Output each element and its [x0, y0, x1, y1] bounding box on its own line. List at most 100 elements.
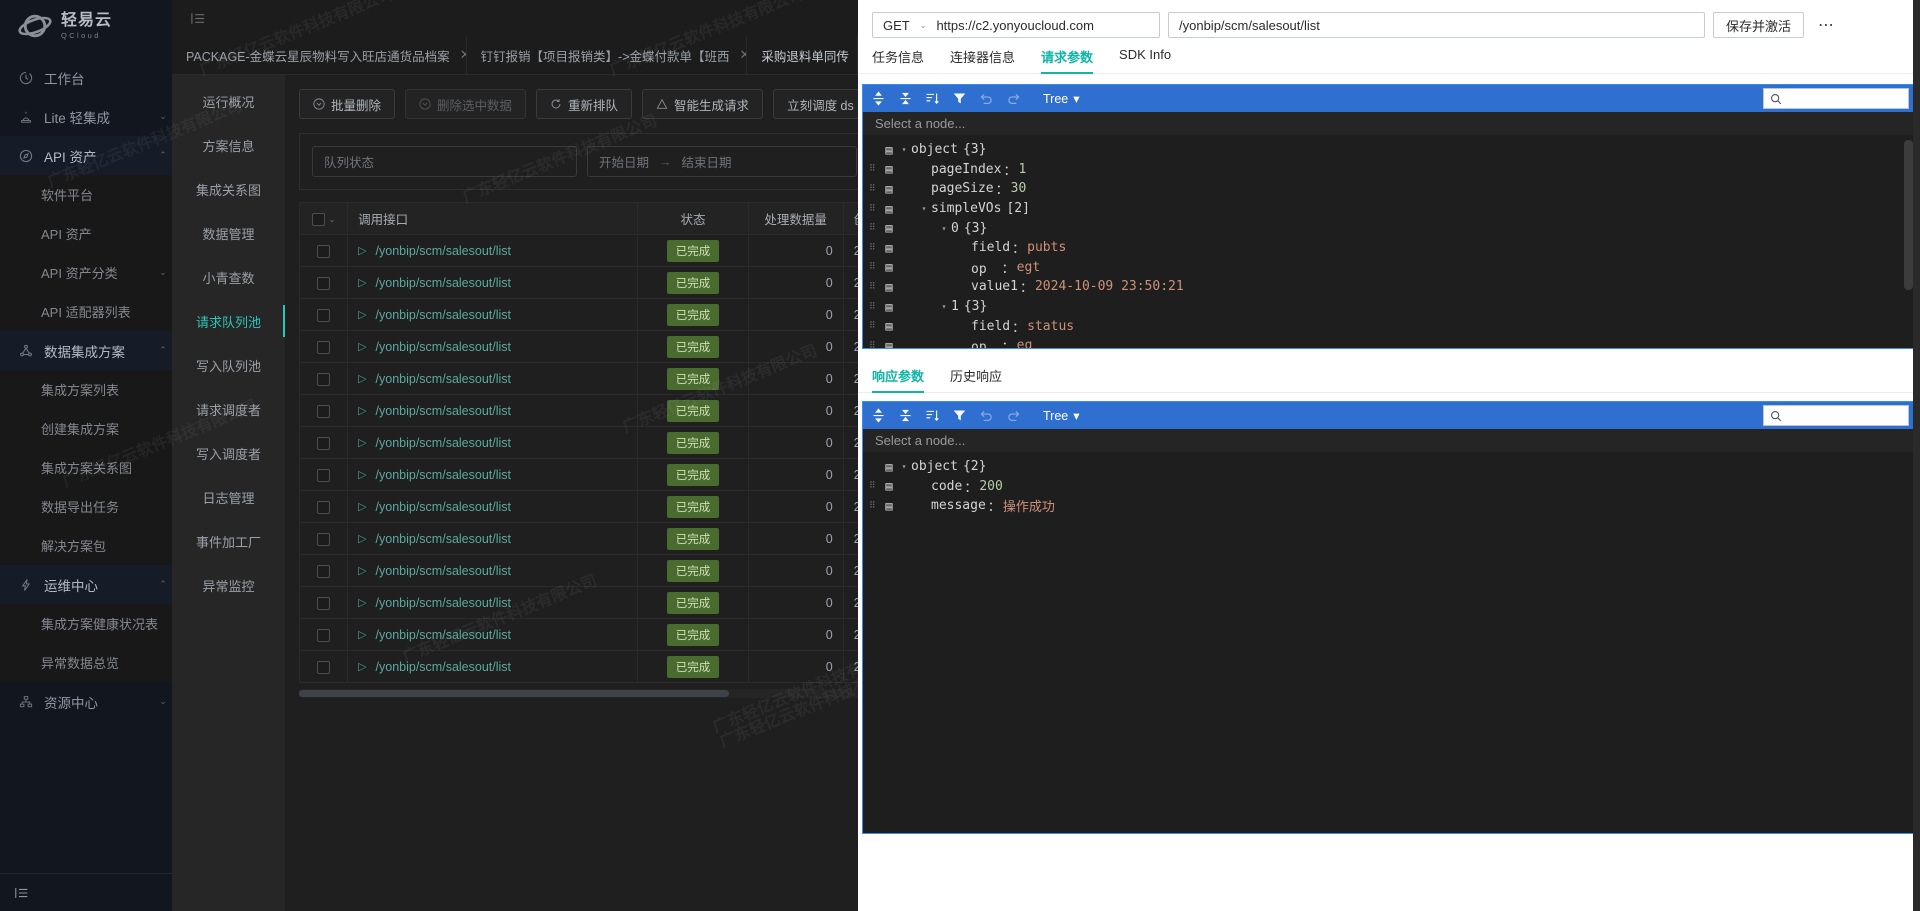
collapse-all-icon[interactable]	[898, 408, 913, 423]
path-input[interactable]: /yonbip/scm/salesout/list	[1168, 12, 1705, 38]
node-box-icon[interactable]: ▤	[881, 460, 897, 474]
row-select-cell[interactable]	[298, 618, 349, 651]
json-tree-row[interactable]: ⠿▤▾object{2}	[863, 457, 1915, 477]
node-box-icon[interactable]: ▤	[881, 162, 897, 176]
sidebar-item-create-integration[interactable]: 创建集成方案	[0, 409, 172, 448]
tree-toggle-icon[interactable]: ▾	[937, 302, 951, 311]
table-row[interactable]: ▷ /yonbip/scm/salesout/list 已完成 02024-10-09…	[298, 234, 858, 267]
response-json-tree[interactable]: ⠿▤▾object{2}⠿▤▾code：200⠿▤▾message：操作成功	[863, 453, 1915, 833]
json-value[interactable]: eq	[1017, 338, 1033, 348]
subnav-item-exception-monitor[interactable]: 异常监控	[172, 563, 285, 607]
api-path[interactable]: /yonbip/scm/salesout/list	[376, 628, 511, 642]
batch-delete-button[interactable]: 批量删除	[299, 89, 396, 119]
json-value[interactable]: 1	[1018, 162, 1026, 177]
subnav-item-request-scheduler[interactable]: 请求调度者	[172, 387, 285, 431]
select-all-checkbox[interactable]	[311, 212, 325, 226]
json-tree-row[interactable]: ⠿▤▾value1：2024-10-09 23:50:21	[863, 277, 1915, 297]
sidebar-item-resource-center[interactable]: 资源中心 ⌄	[0, 682, 172, 721]
subnav-item-data-management[interactable]: 数据管理	[172, 211, 285, 255]
node-box-icon[interactable]: ▤	[881, 241, 897, 255]
sidebar-item-workbench[interactable]: 工作台	[0, 58, 172, 97]
api-path[interactable]: /yonbip/scm/salesout/list	[376, 468, 511, 482]
expand-all-icon[interactable]	[871, 91, 886, 106]
sidebar-item-api-adapters[interactable]: API 适配器列表	[0, 292, 172, 331]
table-row[interactable]: ▷ /yonbip/scm/salesout/list 已完成 02024-10-09…	[298, 394, 858, 427]
editor-mode-select[interactable]: Tree ▾	[1043, 408, 1080, 424]
subnav-item-overview[interactable]: 运行概况	[172, 79, 285, 123]
json-tree-row[interactable]: ⠿ ▤ ▾ 0 {3}	[863, 218, 1915, 238]
api-path[interactable]: /yonbip/scm/salesout/list	[376, 436, 511, 450]
json-tree-scrollbar[interactable]	[1904, 140, 1913, 290]
chevron-down-icon[interactable]: ⌄	[920, 21, 927, 30]
sidebar-collapse-icon[interactable]	[14, 885, 30, 901]
row-checkbox[interactable]	[317, 436, 331, 450]
api-path[interactable]: /yonbip/scm/salesout/list	[376, 532, 511, 546]
smart-generate-request-button[interactable]: 智能生成请求	[642, 89, 764, 119]
method-and-host[interactable]: GET ⌄ https://c2.yonyoucloud.com	[872, 12, 1160, 38]
row-select-cell[interactable]	[298, 426, 349, 459]
node-box-icon[interactable]: ▤	[881, 300, 897, 314]
drag-handle-icon[interactable]: ⠿	[869, 302, 881, 311]
node-box-icon[interactable]: ▤	[881, 202, 897, 216]
row-select-cell[interactable]	[298, 362, 349, 395]
table-row[interactable]: ▷ /yonbip/scm/salesout/list 已完成 02024-10-09…	[298, 522, 858, 555]
row-select-cell[interactable]	[298, 522, 349, 555]
subnav-item-query[interactable]: 小青查数	[172, 255, 285, 299]
json-value[interactable]: {3}	[964, 221, 987, 236]
json-tree-row[interactable]: ⠿▤▾code：200	[863, 477, 1915, 497]
row-checkbox[interactable]	[317, 308, 331, 322]
subnav-item-write-queue[interactable]: 写入队列池	[172, 343, 285, 387]
row-select-cell[interactable]	[298, 554, 349, 587]
row-select-cell[interactable]	[298, 298, 349, 331]
json-value[interactable]: 200	[979, 479, 1002, 494]
drag-handle-icon[interactable]: ⠿	[869, 165, 881, 174]
workspace-tab-3[interactable]: 采购退料单同传	[747, 36, 858, 74]
subnav-item-request-queue[interactable]: 请求队列池	[172, 299, 285, 343]
subnav-item-event-factory[interactable]: 事件加工厂	[172, 519, 285, 563]
tab-sdk-info[interactable]: SDK Info	[1119, 47, 1171, 73]
node-box-icon[interactable]: ▤	[881, 280, 897, 294]
json-tree-row[interactable]: ⠿▤▾message：操作成功	[863, 496, 1915, 516]
table-row[interactable]: ▷ /yonbip/scm/salesout/list 已完成 02024-10-09…	[298, 618, 858, 651]
sidebar-item-health-table[interactable]: 集成方案健康状况表	[0, 604, 172, 643]
api-path[interactable]: /yonbip/scm/salesout/list	[376, 308, 511, 322]
sidebar-item-abnormal-overview[interactable]: 异常数据总览	[0, 643, 172, 682]
table-row[interactable]: ▷ /yonbip/scm/salesout/list 已完成 02024-10-09…	[298, 362, 858, 395]
tab-request-params[interactable]: 请求参数	[1041, 47, 1094, 74]
json-value[interactable]: {3}	[963, 142, 986, 157]
tree-toggle-icon[interactable]: ▾	[937, 224, 951, 233]
subnav-item-plan-info[interactable]: 方案信息	[172, 123, 285, 167]
panel-collapse-icon[interactable]	[186, 6, 210, 30]
sidebar-item-api-assets[interactable]: API 资产	[0, 214, 172, 253]
table-row[interactable]: ▷ /yonbip/scm/salesout/list 已完成 02024-10-09…	[298, 426, 858, 459]
row-select-cell[interactable]	[298, 490, 349, 523]
tab-connector-info[interactable]: 连接器信息	[950, 47, 1015, 73]
tree-toggle-icon[interactable]: ▾	[917, 204, 931, 213]
api-path[interactable]: /yonbip/scm/salesout/list	[376, 500, 511, 514]
row-checkbox[interactable]	[317, 564, 331, 578]
chevron-down-icon[interactable]: ⌄	[329, 215, 336, 224]
table-row[interactable]: ▷ /yonbip/scm/salesout/list 已完成 02024-10-09…	[298, 458, 858, 491]
json-tree-row[interactable]: ⠿▤▾object{3}	[863, 140, 1915, 160]
json-tree-row[interactable]: ⠿▤▾op ：eq	[863, 336, 1915, 348]
json-search-input[interactable]	[1763, 405, 1920, 426]
table-row[interactable]: ▷ /yonbip/scm/salesout/list 已完成 02024-10-09…	[298, 298, 858, 331]
json-value[interactable]: status	[1027, 319, 1074, 334]
row-checkbox[interactable]	[317, 468, 331, 482]
drag-handle-icon[interactable]: ⠿	[869, 501, 881, 510]
node-box-icon[interactable]: ▤	[881, 499, 897, 513]
schedule-now-button[interactable]: 立刻调度 ds	[773, 89, 858, 119]
json-search-input[interactable]	[1763, 88, 1920, 109]
tab-task-info[interactable]: 任务信息	[872, 47, 924, 73]
api-path[interactable]: /yonbip/scm/salesout/list	[376, 660, 511, 674]
drag-handle-icon[interactable]: ⠿	[869, 482, 881, 491]
sidebar-item-solution-package[interactable]: 解决方案包	[0, 526, 172, 565]
more-options-icon[interactable]: ⋯	[1812, 15, 1841, 35]
drag-handle-icon[interactable]: ⠿	[869, 341, 881, 348]
row-select-cell[interactable]	[298, 330, 349, 363]
json-value[interactable]: {2}	[963, 459, 986, 474]
subnav-item-relation-graph[interactable]: 集成关系图	[172, 167, 285, 211]
json-tree-row[interactable]: ⠿▤▾field：status	[863, 316, 1915, 336]
save-and-activate-button[interactable]: 保存并激活	[1713, 12, 1805, 38]
row-select-cell[interactable]	[298, 458, 349, 491]
